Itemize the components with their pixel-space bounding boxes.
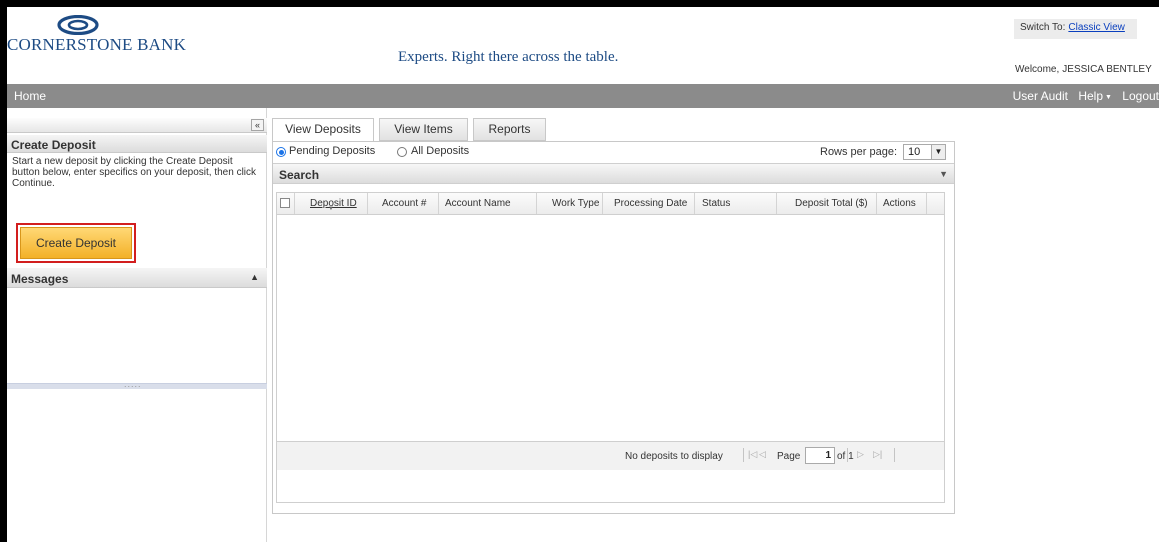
empty-grid-message: No deposits to display xyxy=(625,451,723,462)
col-status[interactable]: Status xyxy=(695,193,777,214)
page-label: Page xyxy=(777,451,801,462)
page-count: of 1 xyxy=(837,451,854,462)
user-name: JESSICA BENTLEY xyxy=(1062,64,1152,75)
welcome-label: Welcome, xyxy=(1015,64,1060,75)
classic-view-link[interactable]: Classic View xyxy=(1068,22,1125,33)
select-all-cell xyxy=(277,193,295,214)
tab-view-items[interactable]: View Items xyxy=(379,118,468,141)
nav-logout[interactable]: Logout xyxy=(1122,89,1159,103)
tab-reports[interactable]: Reports xyxy=(473,118,546,141)
collapse-sidebar-icon[interactable]: « xyxy=(251,119,264,131)
sort-desc-icon: ▼ xyxy=(328,206,334,212)
cornerstone-logo-icon xyxy=(57,15,99,35)
rows-per-page-label: Rows per page: xyxy=(820,146,898,158)
nav-user-audit[interactable]: User Audit xyxy=(1013,89,1068,103)
messages-collapse-icon[interactable]: ▲ xyxy=(250,272,259,282)
rows-per-page-value: 10 xyxy=(908,146,921,158)
main-nav: Home User Audit Help ▼ Logout xyxy=(7,84,1159,108)
welcome-message: Welcome, JESSICA BENTLEY xyxy=(1015,64,1152,75)
pager-divider xyxy=(894,448,895,462)
col-deposit-id[interactable]: Deposit ID ▼ xyxy=(295,193,368,214)
nav-home[interactable]: Home xyxy=(14,89,46,103)
bank-logo[interactable]: CORNERSTONE BANK xyxy=(7,15,186,65)
page-number-input[interactable]: 1 xyxy=(805,447,835,464)
logo-text: CORNERSTONE BANK xyxy=(7,35,187,54)
select-all-checkbox[interactable] xyxy=(280,198,290,208)
chevron-down-icon[interactable]: ▼ xyxy=(931,145,945,159)
pending-deposits-radio[interactable] xyxy=(276,147,286,157)
col-account-name[interactable]: Account Name xyxy=(439,193,537,214)
splitter-grip-icon: ..... xyxy=(124,379,142,389)
first-page-icon[interactable]: |◁ xyxy=(748,449,757,460)
nav-help[interactable]: Help xyxy=(1078,89,1103,103)
view-switcher: Switch To: Classic View xyxy=(1014,19,1137,39)
pager-divider xyxy=(743,448,744,462)
tagline: Experts. Right there across the table. xyxy=(398,49,619,65)
page-header: CORNERSTONE BANK Experts. Right there ac… xyxy=(7,7,1159,84)
create-deposit-highlight: Create Deposit xyxy=(16,223,136,263)
col-processing-date[interactable]: Processing Date xyxy=(603,193,695,214)
col-deposit-total[interactable]: Deposit Total ($) xyxy=(777,193,877,214)
switch-label: Switch To: xyxy=(1020,22,1066,33)
pending-deposits-label[interactable]: Pending Deposits xyxy=(289,145,375,157)
panel-splitter[interactable]: ..... xyxy=(7,379,267,389)
create-deposit-instructions: Start a new deposit by clicking the Crea… xyxy=(12,156,257,189)
help-dropdown-icon[interactable]: ▼ xyxy=(1105,94,1112,101)
pager-divider xyxy=(847,448,848,462)
deposit-filter-row: Pending Deposits All Deposits Rows per p… xyxy=(273,142,954,162)
prev-page-icon[interactable]: ◁ xyxy=(759,449,766,460)
grid-pager: No deposits to display |◁ Page 1 of 1 ▷ … xyxy=(277,441,944,470)
all-deposits-radio[interactable] xyxy=(397,147,407,157)
sidebar: « Create Deposit Start a new deposit by … xyxy=(7,108,267,542)
messages-heading: Messages ▲ xyxy=(7,268,267,288)
app-window: CORNERSTONE BANK Experts. Right there ac… xyxy=(7,7,1159,542)
search-section-header[interactable]: Search ▼ xyxy=(273,163,954,184)
nav-user-menu: User Audit Help ▼ Logout xyxy=(1006,89,1159,103)
create-deposit-heading: Create Deposit xyxy=(7,135,267,153)
create-deposit-button[interactable]: Create Deposit xyxy=(20,227,132,259)
deposits-panel: Pending Deposits All Deposits Rows per p… xyxy=(272,141,955,514)
col-account-number[interactable]: Account # xyxy=(368,193,439,214)
col-work-type[interactable]: Work Type xyxy=(537,193,603,214)
deposits-grid: Deposit ID ▼ Account # Account Name Work… xyxy=(276,192,945,503)
tab-view-deposits[interactable]: View Deposits xyxy=(272,118,374,142)
all-deposits-label[interactable]: All Deposits xyxy=(411,145,469,157)
search-title: Search xyxy=(279,168,320,182)
grid-header-row: Deposit ID ▼ Account # Account Name Work… xyxy=(277,193,944,215)
search-expand-icon[interactable]: ▼ xyxy=(939,169,948,179)
messages-title: Messages xyxy=(11,272,69,286)
col-actions: Actions xyxy=(877,193,927,214)
sidebar-toolbar: « xyxy=(7,118,267,133)
last-page-icon[interactable]: ▷| xyxy=(873,449,882,460)
rows-per-page-select[interactable]: 10 ▼ xyxy=(903,144,946,160)
next-page-icon[interactable]: ▷ xyxy=(857,449,864,460)
